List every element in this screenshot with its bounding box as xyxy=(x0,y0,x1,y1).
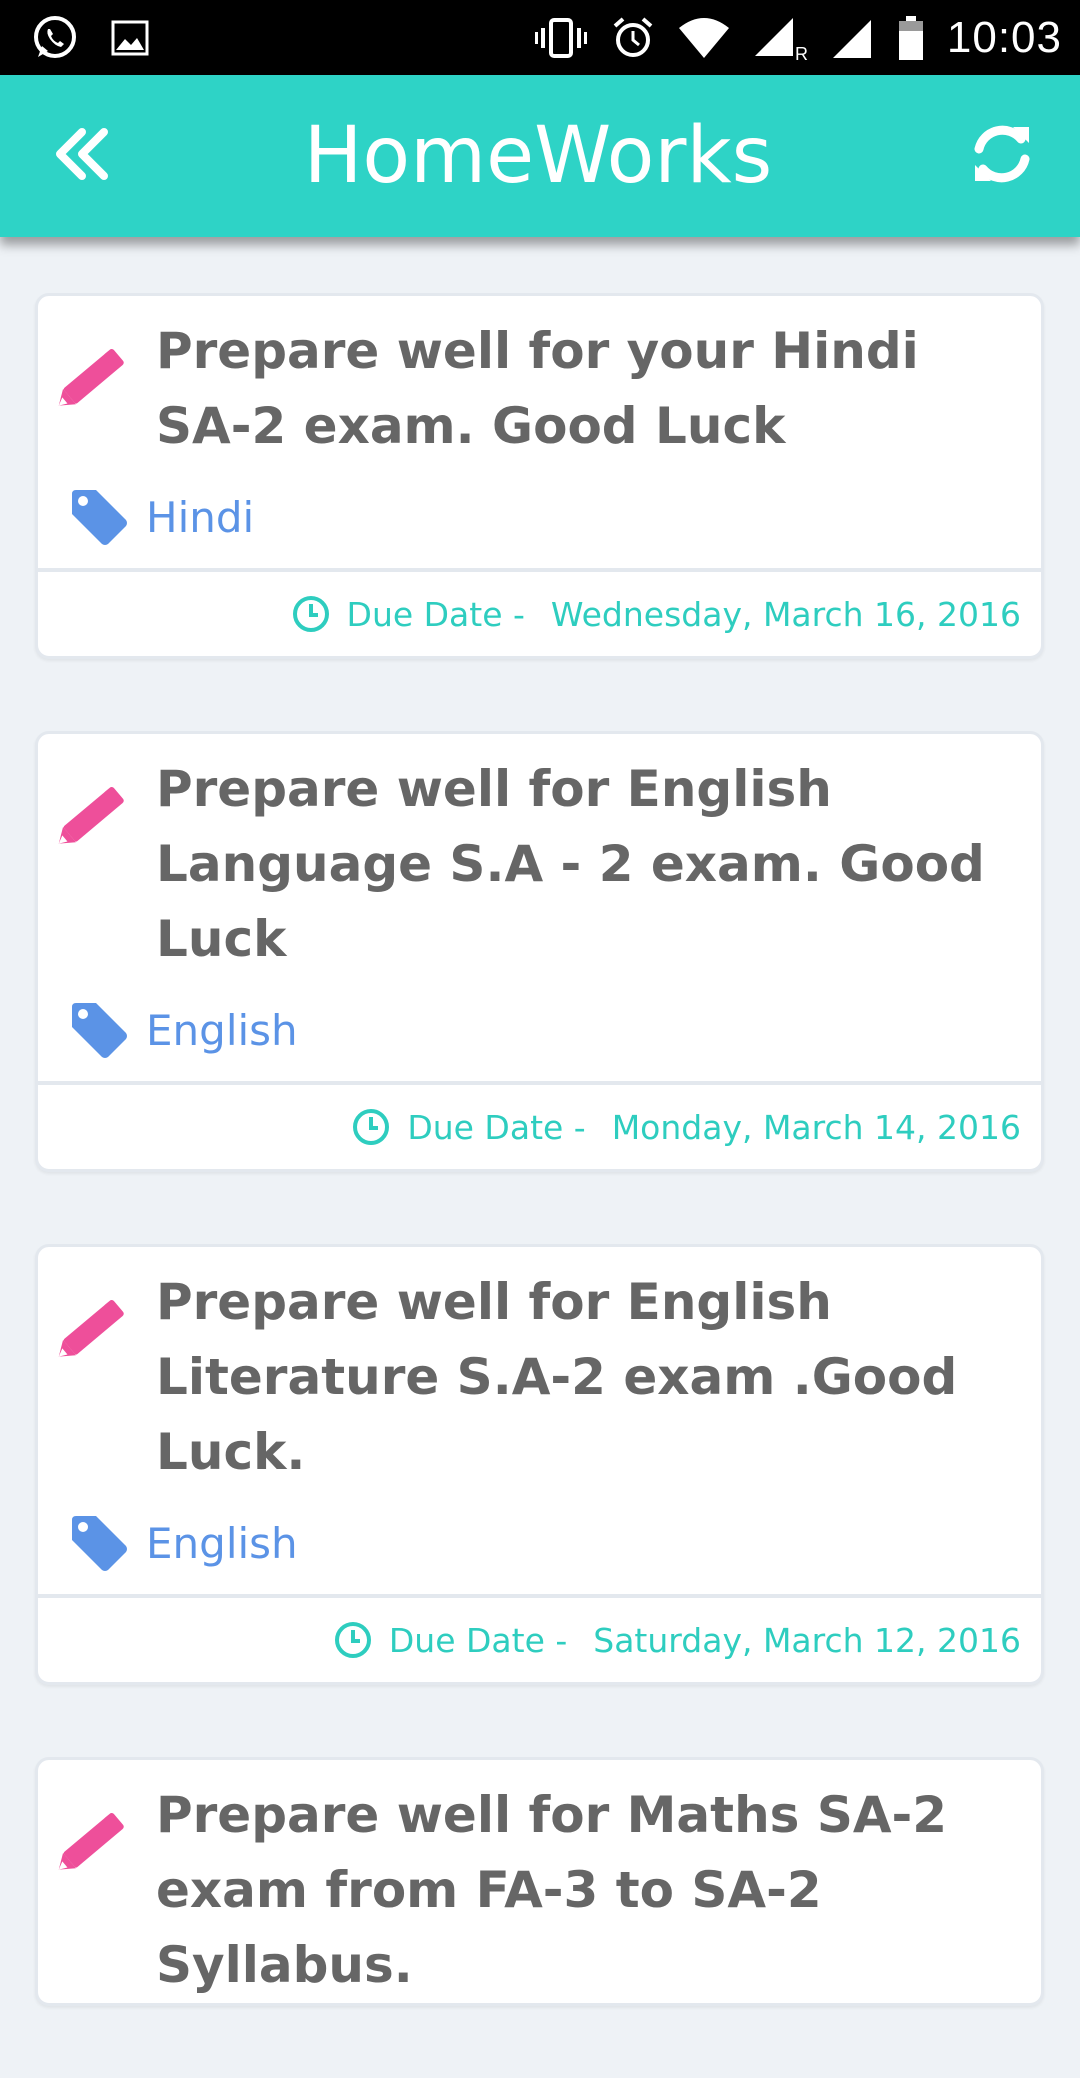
double-chevron-left-icon xyxy=(50,122,114,190)
clock-icon xyxy=(291,594,331,634)
subject-label: English xyxy=(146,1518,298,1568)
due-date-value: Monday, March 14, 2016 xyxy=(611,1107,1021,1147)
subject-tag: Hindi xyxy=(54,464,1021,568)
signal-roaming-icon: R xyxy=(753,14,809,62)
due-date-row: Due Date - Saturday, March 12, 2016 xyxy=(38,1594,1041,1682)
homework-card[interactable]: Prepare well for your Hindi SA-2 exam. G… xyxy=(35,293,1044,659)
signal-icon xyxy=(831,16,875,60)
pencil-icon xyxy=(54,774,134,854)
homework-card[interactable]: Prepare well for English Language S.A - … xyxy=(35,731,1044,1172)
due-date-label: Due Date - xyxy=(346,594,525,634)
due-date-value: Wednesday, March 16, 2016 xyxy=(550,594,1021,634)
subject-tag: English xyxy=(54,1490,1021,1594)
subject-label: English xyxy=(146,1005,298,1055)
homework-card[interactable]: Prepare well for English Literature S.A-… xyxy=(35,1244,1044,1685)
refresh-button[interactable] xyxy=(962,116,1042,196)
back-button[interactable] xyxy=(42,116,122,196)
due-date-value: Saturday, March 12, 2016 xyxy=(593,1620,1021,1660)
pencil-icon xyxy=(54,336,134,416)
whatsapp-icon xyxy=(30,13,80,63)
homework-text: Prepare well for English Literature S.A-… xyxy=(156,1273,958,1481)
due-date-row: Due Date - Monday, March 14, 2016 xyxy=(38,1081,1041,1169)
homework-text: Prepare well for English Language S.A - … xyxy=(156,760,985,968)
tag-icon xyxy=(68,1512,130,1574)
wifi-icon xyxy=(677,16,731,60)
due-date-label: Due Date - xyxy=(407,1107,586,1147)
homework-text: Prepare well for Maths SA-2 exam from FA… xyxy=(156,1786,948,1994)
refresh-icon xyxy=(967,119,1037,193)
clock-icon xyxy=(333,1620,373,1660)
clock-icon xyxy=(351,1107,391,1147)
subject-tag: English xyxy=(54,977,1021,1081)
pencil-icon xyxy=(54,1287,134,1367)
subject-label: Hindi xyxy=(146,492,255,542)
homework-list: Prepare well for your Hindi SA-2 exam. G… xyxy=(35,293,1044,2078)
clock-time: 10:03 xyxy=(946,12,1062,62)
homework-text: Prepare well for your Hindi SA-2 exam. G… xyxy=(156,322,919,455)
battery-icon xyxy=(897,15,925,61)
page-title: HomeWorks xyxy=(303,111,773,201)
due-date-label: Due Date - xyxy=(388,1620,568,1660)
vibrate-icon xyxy=(533,16,589,60)
status-bar: R 10:03 xyxy=(0,0,1080,75)
image-icon xyxy=(110,18,150,58)
pencil-icon xyxy=(54,1800,134,1880)
due-date-row: Due Date - Wednesday, March 16, 2016 xyxy=(38,568,1041,656)
svg-text:R: R xyxy=(795,44,808,62)
app-bar: HomeWorks xyxy=(0,75,1080,237)
tag-icon xyxy=(68,486,130,548)
alarm-icon xyxy=(611,16,655,60)
homework-card[interactable]: Prepare well for Maths SA-2 exam from FA… xyxy=(35,1757,1044,2006)
tag-icon xyxy=(68,999,130,1061)
